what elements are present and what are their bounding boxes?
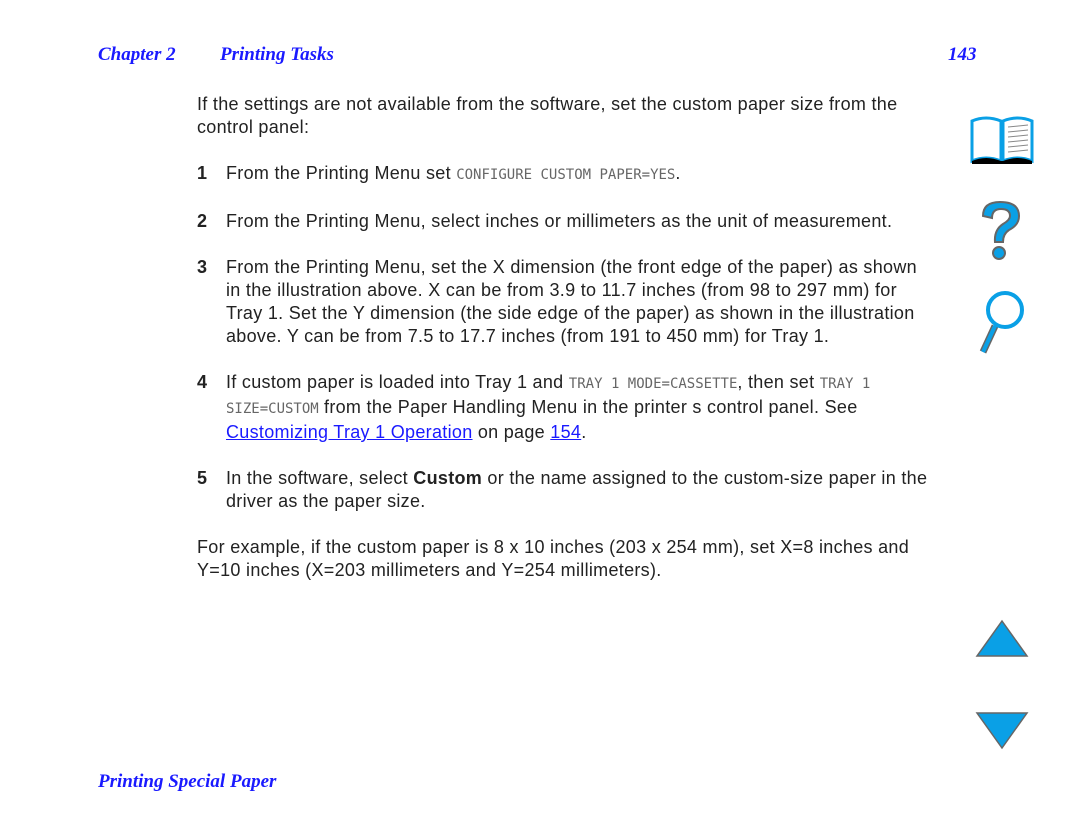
- text: .: [581, 422, 587, 442]
- customizing-tray-link[interactable]: Customizing Tray 1 Operation: [226, 422, 473, 442]
- footer-section-title: Printing Special Paper: [98, 771, 277, 792]
- chapter-title: Printing Tasks: [220, 44, 334, 65]
- step-number: 4: [197, 372, 208, 392]
- next-page-icon[interactable]: [975, 711, 1029, 750]
- step-text: From the Printing Menu, select inches or…: [226, 211, 893, 231]
- page-number: 143: [948, 44, 977, 65]
- step-4: 4 If custom paper is loaded into Tray 1 …: [197, 371, 932, 444]
- content: If the settings are not available from t…: [197, 93, 932, 605]
- text: From the Printing Menu set: [226, 163, 457, 183]
- step-number: 5: [197, 468, 208, 488]
- control-panel-code: CONFIGURE CUSTOM PAPER=YES: [456, 167, 676, 183]
- intro-text: If the settings are not available from t…: [197, 94, 898, 137]
- question-icon[interactable]: [975, 198, 1027, 264]
- chapter-label: Chapter 2: [98, 44, 176, 65]
- step-text: From the Printing Menu, set the X dimens…: [226, 257, 917, 346]
- magnifier-icon[interactable]: [975, 288, 1027, 356]
- text: If custom paper is loaded into Tray 1 an…: [226, 372, 569, 392]
- text: on page: [472, 422, 551, 442]
- previous-page-icon[interactable]: [975, 619, 1029, 658]
- step-number: 3: [197, 257, 208, 277]
- step-3: 3 From the Printing Menu, set the X dime…: [197, 256, 932, 348]
- text: In the software, select: [226, 468, 414, 488]
- step-number: 2: [197, 211, 208, 231]
- step-number: 1: [197, 163, 208, 183]
- example-text: For example, if the custom paper is 8 x …: [197, 537, 910, 580]
- step-2: 2 From the Printing Menu, select inches …: [197, 210, 932, 233]
- text: , then set: [737, 372, 820, 392]
- step-1: 1 From the Printing Menu set CONFIGURE C…: [197, 162, 932, 187]
- book-icon[interactable]: [968, 113, 1036, 165]
- step-5: 5 In the software, select Custom or the …: [197, 467, 932, 513]
- text: .: [675, 163, 681, 183]
- control-panel-code: TRAY 1 MODE=CASSETTE: [568, 376, 738, 392]
- bold-text: Custom: [413, 468, 483, 488]
- page-154-link[interactable]: 154: [550, 422, 581, 442]
- text: from the Paper Handling Menu in the prin…: [318, 397, 858, 417]
